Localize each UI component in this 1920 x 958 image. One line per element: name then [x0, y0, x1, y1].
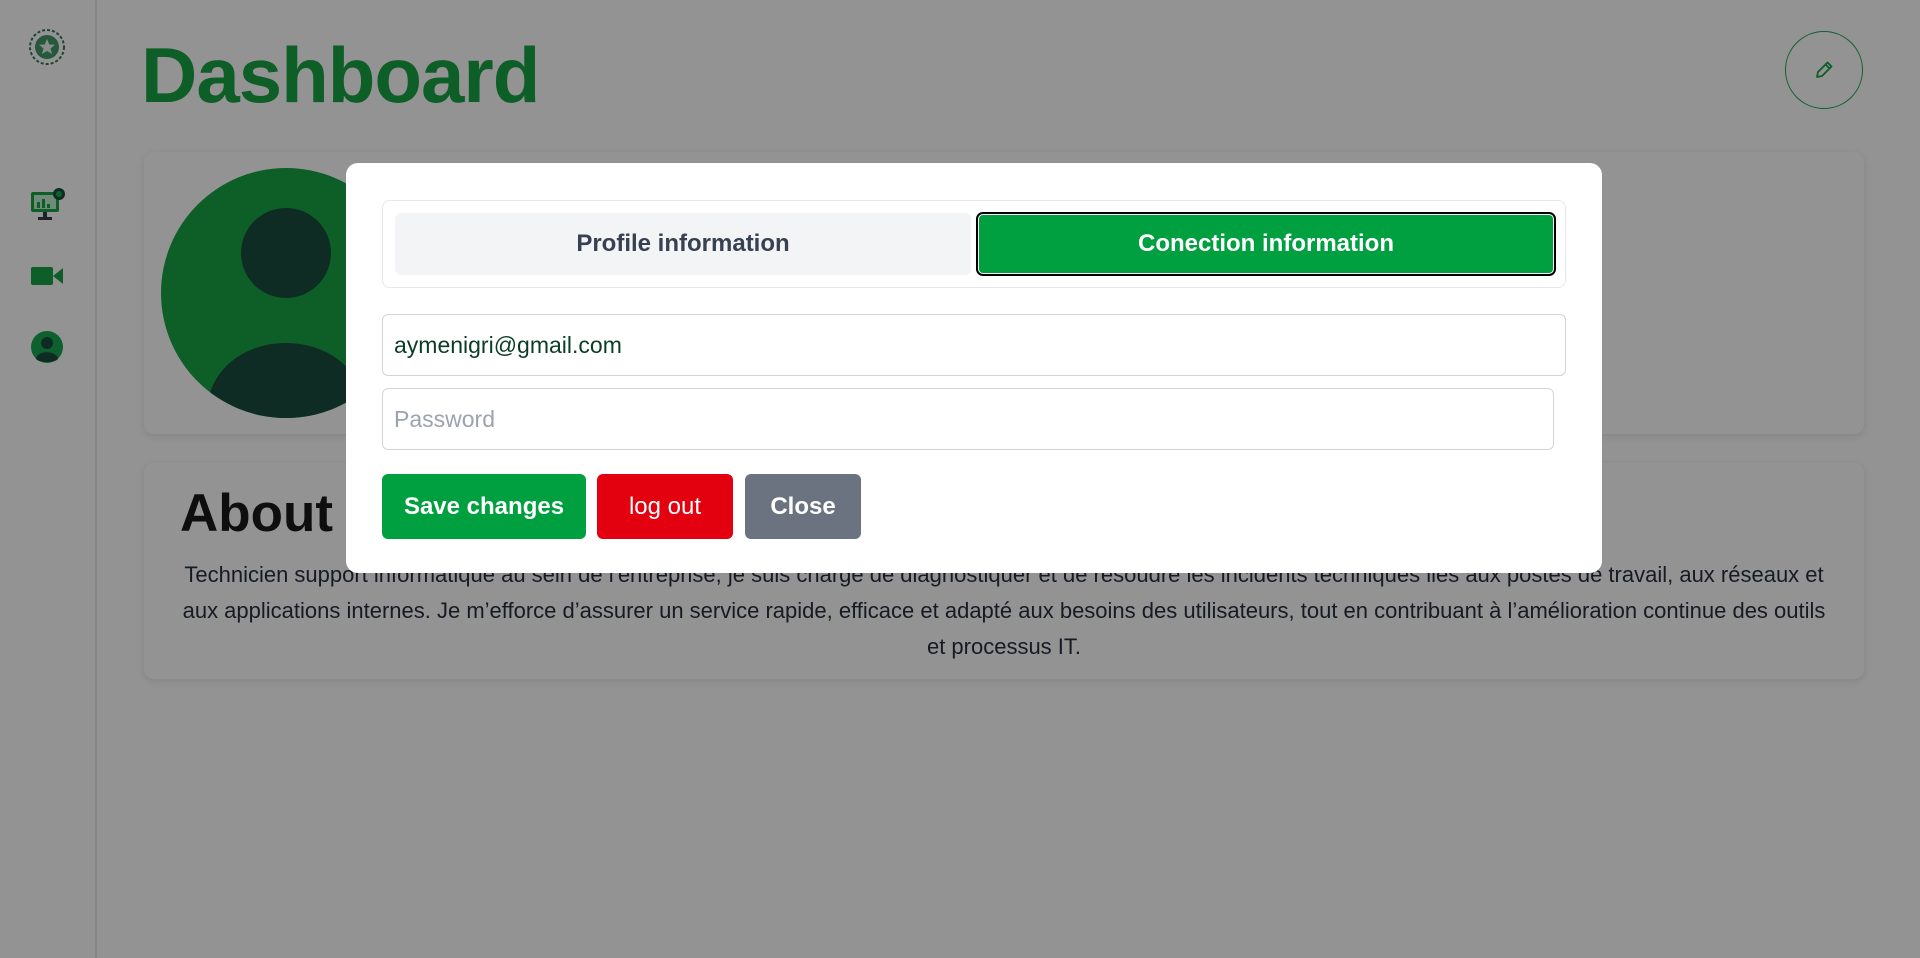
edit-profile-modal: Profile information Conection informatio…	[346, 163, 1602, 573]
tab-profile-information[interactable]: Profile information	[395, 213, 971, 275]
password-field[interactable]	[382, 388, 1554, 450]
tab-connection-information[interactable]: Conection information	[976, 212, 1556, 276]
logout-button[interactable]: log out	[597, 474, 733, 539]
save-changes-button[interactable]: Save changes	[382, 474, 586, 539]
close-button[interactable]: Close	[745, 474, 861, 539]
modal-tabs: Profile information Conection informatio…	[382, 200, 1566, 288]
email-field[interactable]	[382, 314, 1566, 376]
